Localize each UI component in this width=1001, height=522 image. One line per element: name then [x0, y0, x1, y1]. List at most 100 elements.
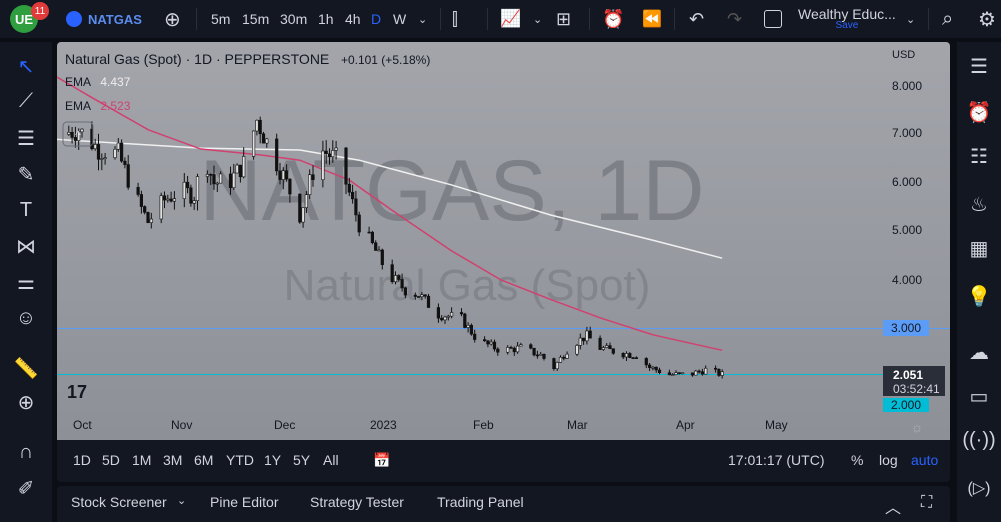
- range-all[interactable]: All: [323, 452, 339, 468]
- candles-icon[interactable]: ⫿: [452, 0, 458, 38]
- undo-icon[interactable]: ↶: [689, 0, 704, 38]
- pattern-icon[interactable]: ⋈: [12, 232, 40, 260]
- maximize-icon[interactable]: ⛶: [921, 494, 932, 512]
- range-3m[interactable]: 3M: [163, 452, 182, 468]
- tab-pine-editor[interactable]: Pine Editor: [210, 494, 278, 510]
- log-toggle[interactable]: log: [879, 452, 898, 468]
- percent-toggle[interactable]: %: [851, 452, 863, 468]
- candle-body: [486, 340, 490, 345]
- templates-icon[interactable]: ⊞: [556, 0, 571, 38]
- ruler-icon[interactable]: 📏: [12, 354, 40, 382]
- messages-icon[interactable]: ▭: [965, 382, 993, 410]
- currency-select[interactable]: USD: [892, 49, 915, 61]
- range-1m[interactable]: 1M: [132, 452, 151, 468]
- play-broadcast-icon[interactable]: (▷): [965, 474, 993, 502]
- fullscreen-box-icon[interactable]: [764, 0, 782, 38]
- candle-body: [704, 367, 708, 375]
- tab-trading-panel[interactable]: Trading Panel: [437, 494, 524, 510]
- brush-icon[interactable]: ✎: [12, 160, 40, 188]
- candle-body: [565, 353, 569, 359]
- candle-body: [466, 324, 470, 328]
- auto-toggle[interactable]: auto: [911, 452, 938, 468]
- candle-body: [423, 294, 427, 297]
- range-1y[interactable]: 1Y: [264, 452, 281, 468]
- candle-body: [674, 372, 678, 375]
- ema-legend-1[interactable]: EMA 4.437: [65, 75, 130, 89]
- chevron-down-icon[interactable]: ⌄: [177, 494, 186, 507]
- range-1d[interactable]: 1D: [73, 452, 91, 468]
- price-tick: 4.000: [892, 273, 922, 287]
- candle-body: [436, 307, 441, 319]
- candle-body: [397, 275, 401, 280]
- watchlist-icon[interactable]: ☰: [965, 52, 993, 80]
- range-6m[interactable]: 6M: [194, 452, 213, 468]
- date-range-calendar-icon[interactable]: 📅: [373, 452, 390, 468]
- add-list-icon[interactable]: ☷: [965, 142, 993, 170]
- ema-legend-2[interactable]: EMA 2.523: [65, 99, 130, 113]
- symbol-search[interactable]: NATGAS: [66, 0, 142, 38]
- gear-icon[interactable]: ⚙: [978, 0, 996, 38]
- interval-w[interactable]: W: [393, 0, 406, 38]
- text-icon[interactable]: T: [12, 196, 40, 224]
- indicators-icon[interactable]: 📈: [500, 0, 521, 38]
- chat-cloud-icon[interactable]: ☁: [965, 338, 993, 366]
- lock-drawing-icon[interactable]: ✐: [12, 474, 40, 502]
- range-5y[interactable]: 5Y: [293, 452, 310, 468]
- interval-5m[interactable]: 5m: [211, 0, 230, 38]
- tab-strategy-tester[interactable]: Strategy Tester: [310, 494, 404, 510]
- candle-body: [100, 158, 104, 160]
- candle-body: [301, 207, 305, 223]
- magnet-icon[interactable]: ∩: [12, 438, 40, 466]
- zoom-icon[interactable]: ⊕: [12, 388, 40, 416]
- compare-add-icon[interactable]: ⊕: [164, 0, 181, 38]
- hotlist-fire-icon[interactable]: ♨: [965, 190, 993, 218]
- candle-body: [136, 187, 140, 195]
- candle-body: [278, 170, 282, 180]
- chevron-down-icon[interactable]: ⌄: [533, 0, 542, 38]
- candle-body: [647, 364, 652, 368]
- candle-body: [116, 142, 120, 150]
- interval-4h[interactable]: 4h: [345, 0, 361, 38]
- replay-icon[interactable]: ⏪: [642, 0, 662, 38]
- layout-menu[interactable]: Wealthy Educ... Save: [798, 0, 896, 38]
- redo-icon[interactable]: ↷: [727, 0, 742, 38]
- range-ytd[interactable]: YTD: [226, 452, 254, 468]
- trend-line-icon[interactable]: ⟋: [12, 87, 40, 115]
- prediction-icon[interactable]: ⚌: [12, 268, 40, 296]
- interval-1h[interactable]: 1h: [318, 0, 334, 38]
- alert-icon[interactable]: ⏰: [602, 0, 624, 38]
- candle-body: [717, 369, 721, 376]
- emoji-icon[interactable]: ☺: [12, 304, 40, 332]
- interval-30m[interactable]: 30m: [280, 0, 307, 38]
- alerts-clock-icon[interactable]: ⏰: [965, 98, 993, 126]
- price-chart[interactable]: NATGAS, 1D Natural Gas (Spot) 8.000 7.00…: [57, 42, 950, 440]
- drawing-toolbar: ↖ ⟋ ☰ ✎ T ⋈ ⚌ ☺ 📏 ⊕ ∩ ✐: [0, 42, 52, 522]
- search-icon[interactable]: ⌕: [942, 0, 953, 38]
- candle-body: [680, 372, 685, 375]
- range-5d[interactable]: 5D: [102, 452, 120, 468]
- ideas-bulb-icon[interactable]: 💡: [965, 282, 993, 310]
- chevron-up-icon[interactable]: ︿: [885, 494, 901, 518]
- cursor-icon[interactable]: ↖: [12, 52, 40, 80]
- fib-icon[interactable]: ☰: [12, 124, 40, 152]
- candle-body: [657, 369, 662, 374]
- clock-timezone[interactable]: 17:01:17 (UTC): [728, 452, 824, 468]
- chevron-down-icon[interactable]: ⌄: [418, 0, 427, 38]
- candle-body: [308, 174, 312, 195]
- tab-stock-screener[interactable]: Stock Screener: [71, 494, 167, 510]
- candle-body: [209, 174, 213, 176]
- settings-sun-icon[interactable]: ☼: [911, 419, 924, 435]
- time-tick: Mar: [567, 418, 588, 432]
- candle-body: [298, 193, 302, 223]
- candle-body: [575, 345, 579, 355]
- calendar-icon[interactable]: ▦: [965, 234, 993, 262]
- chevron-down-icon[interactable]: ⌄: [906, 0, 915, 38]
- candle-body: [146, 212, 150, 223]
- symbol-title: Natural Gas (Spot) · 1D · PEPPERSTONE: [65, 51, 330, 67]
- interval-15m[interactable]: 15m: [242, 0, 269, 38]
- streams-bulb-icon[interactable]: ((·)): [962, 426, 995, 454]
- bar-countdown: 03:52:41: [893, 382, 940, 396]
- interval-d[interactable]: D: [371, 0, 381, 38]
- candle-body: [162, 195, 167, 201]
- candle-body: [393, 275, 398, 283]
